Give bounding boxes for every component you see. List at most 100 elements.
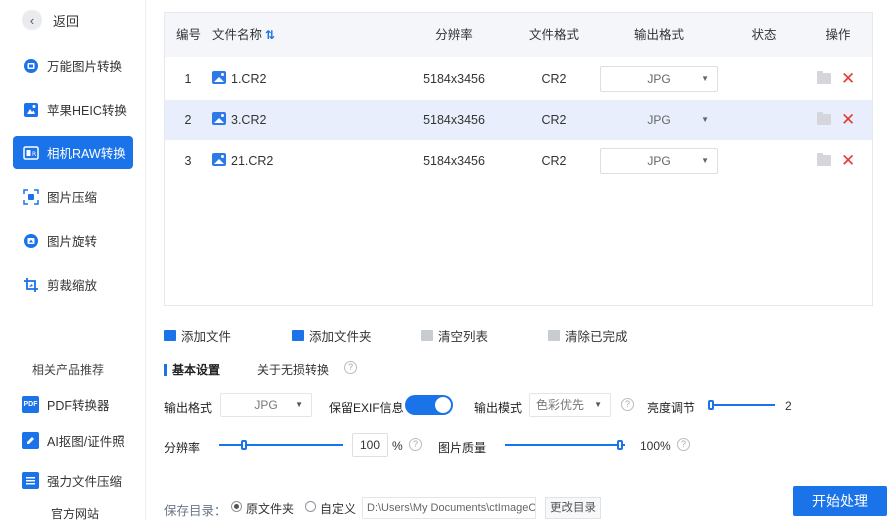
- tab-lossless-info[interactable]: 关于无损转换: [257, 361, 329, 378]
- row-format: CR2: [541, 72, 567, 86]
- tab-basic-settings[interactable]: 基本设置: [164, 361, 220, 378]
- add-file-icon: [164, 330, 176, 341]
- image-file-icon: [212, 71, 226, 84]
- camera-raw-icon: R: [22, 144, 40, 162]
- sidebar-item-crop[interactable]: 剪裁缩放: [13, 268, 133, 301]
- sidebar-item-label: 剪裁缩放: [47, 279, 98, 293]
- crop-icon: [22, 276, 40, 294]
- brightness-slider[interactable]: [708, 400, 775, 410]
- row-output-format-value: JPG: [647, 113, 671, 127]
- table-row[interactable]: 3 21.CR2 5184x3456 CR2 JPG ▼ ✕: [165, 141, 872, 181]
- output-format-label: 输出格式: [164, 401, 213, 415]
- radio-original-folder-label[interactable]: 原文件夹: [246, 500, 294, 517]
- add-file-label: 添加文件: [181, 330, 232, 344]
- help-icon[interactable]: ?: [344, 361, 357, 374]
- sidebar-item-label: 图片旋转: [47, 235, 98, 249]
- sort-icon[interactable]: ⇅: [265, 13, 275, 57]
- resolution-slider[interactable]: [219, 440, 343, 450]
- row-output-format-select[interactable]: JPG ▼: [600, 148, 718, 174]
- header-index: 编号: [176, 28, 202, 42]
- row-output-format-value: JPG: [647, 72, 671, 86]
- chevron-down-icon: ▼: [594, 400, 602, 409]
- change-directory-button[interactable]: 更改目录: [545, 497, 601, 519]
- keep-exif-label: 保留EXIF信息: [329, 401, 404, 415]
- row-format: CR2: [541, 113, 567, 127]
- related-item-label: AI抠图/证件照: [47, 435, 125, 449]
- sidebar-item-camera-raw[interactable]: R 相机RAW转换: [13, 136, 133, 169]
- output-format-select[interactable]: JPG ▼: [220, 393, 312, 417]
- sidebar-item-universal-convert[interactable]: 万能图片转换: [13, 49, 133, 82]
- row-resolution: 5184x3456: [423, 72, 485, 86]
- row-resolution: 5184x3456: [423, 113, 485, 127]
- clear-done-icon: [548, 330, 560, 341]
- resolution-slider-thumb[interactable]: [241, 440, 247, 450]
- clear-list-icon: [421, 330, 433, 341]
- folder-icon[interactable]: [817, 112, 831, 125]
- delete-icon[interactable]: ✕: [841, 149, 855, 173]
- clear-list-button[interactable]: 清空列表: [421, 326, 488, 345]
- file-compress-icon: [22, 472, 39, 489]
- convert-icon: [22, 57, 40, 75]
- related-products-title: 相关产品推荐: [32, 363, 105, 377]
- image-file-icon: [212, 112, 226, 125]
- folder-icon[interactable]: [817, 153, 831, 166]
- save-path-input[interactable]: D:\Users\My Documents\ctImageC: [362, 497, 536, 519]
- resolution-unit: %: [392, 439, 403, 453]
- ai-cutout-icon: [22, 432, 39, 449]
- row-output-format-select[interactable]: JPG ▼: [600, 107, 718, 133]
- radio-custom-folder[interactable]: [305, 501, 316, 512]
- row-file-name: 3.CR2: [231, 113, 267, 127]
- related-ai-cutout[interactable]: AI抠图/证件照: [22, 431, 125, 450]
- chevron-down-icon: ▼: [701, 74, 709, 83]
- resolution-input[interactable]: 100: [352, 433, 388, 457]
- folder-icon[interactable]: [817, 71, 831, 84]
- header-file-format: 文件格式: [528, 28, 580, 42]
- help-icon[interactable]: ?: [677, 438, 690, 451]
- toggle-knob: [435, 397, 451, 413]
- quality-slider[interactable]: [505, 440, 625, 450]
- official-site-link[interactable]: 官方网站: [51, 505, 99, 520]
- sidebar-item-heic[interactable]: 苹果HEIC转换: [13, 93, 133, 126]
- row-output-format-value: JPG: [647, 154, 671, 168]
- header-file-name[interactable]: 文件名称 ⇅: [212, 13, 275, 57]
- add-folder-button[interactable]: 添加文件夹: [292, 326, 372, 345]
- back-button[interactable]: ‹ 返回: [22, 10, 79, 30]
- radio-custom-folder-label[interactable]: 自定义: [320, 500, 356, 517]
- help-icon[interactable]: ?: [621, 398, 634, 411]
- quality-label: 图片质量: [438, 441, 487, 455]
- chevron-down-icon: ▼: [701, 115, 709, 124]
- save-directory-label: 保存目录：: [164, 504, 227, 518]
- header-file-name-label: 文件名称: [212, 28, 263, 42]
- file-table: 编号 文件名称 ⇅ 分辨率 文件格式 输出格式 状态 操作 1 1.CR2 518…: [164, 12, 873, 306]
- row-format: CR2: [541, 154, 567, 168]
- related-item-label: PDF转换器: [47, 399, 110, 413]
- related-file-compress[interactable]: 强力文件压缩: [22, 471, 122, 490]
- table-row[interactable]: 2 3.CR2 5184x3456 CR2 JPG ▼ ✕: [165, 100, 872, 140]
- quality-slider-thumb[interactable]: [617, 440, 623, 450]
- back-label: 返回: [53, 13, 80, 29]
- compress-icon: [22, 188, 40, 206]
- delete-icon[interactable]: ✕: [841, 67, 855, 91]
- quality-value: 100%: [640, 439, 671, 453]
- delete-icon[interactable]: ✕: [841, 108, 855, 132]
- sidebar-item-label: 图片压缩: [47, 191, 98, 205]
- radio-original-folder[interactable]: [231, 501, 242, 512]
- related-item-label: 强力文件压缩: [47, 475, 123, 489]
- table-row[interactable]: 1 1.CR2 5184x3456 CR2 JPG ▼ ✕: [165, 59, 872, 99]
- app-window: ‹ 返回 万能图片转换 苹果HEIC转换 R 相机RAW转换 图片压缩 图片旋转…: [0, 0, 896, 520]
- brightness-slider-thumb[interactable]: [708, 400, 714, 410]
- add-file-button[interactable]: 添加文件: [164, 326, 231, 345]
- row-output-format-select[interactable]: JPG ▼: [600, 66, 718, 92]
- start-processing-button[interactable]: 开始处理: [793, 486, 887, 516]
- related-pdf-converter[interactable]: PDF PDF转换器: [22, 395, 110, 414]
- header-resolution: 分辨率: [435, 28, 473, 42]
- sidebar-item-rotate[interactable]: 图片旋转: [13, 224, 133, 257]
- chevron-down-icon: ▼: [701, 156, 709, 165]
- help-icon[interactable]: ?: [409, 438, 422, 451]
- keep-exif-toggle[interactable]: [405, 395, 453, 415]
- sidebar-item-label: 苹果HEIC转换: [47, 104, 127, 118]
- clear-done-button[interactable]: 清除已完成: [548, 326, 628, 345]
- sidebar-item-compress[interactable]: 图片压缩: [13, 180, 133, 213]
- clear-done-label: 清除已完成: [565, 330, 628, 344]
- output-mode-select[interactable]: 色彩优先 ▼: [529, 393, 611, 417]
